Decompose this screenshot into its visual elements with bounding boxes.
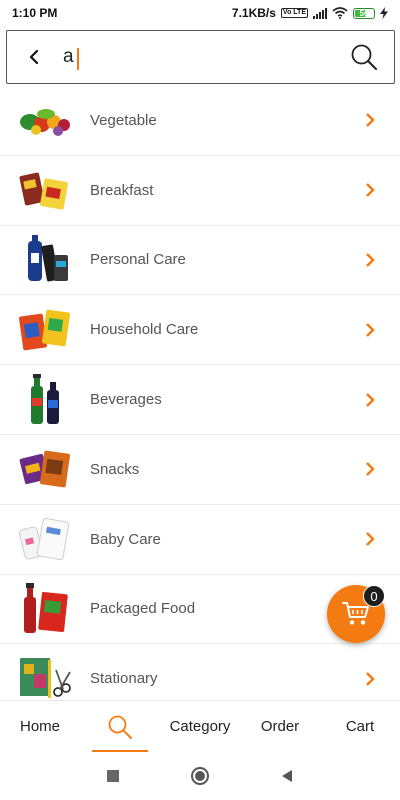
nav-order[interactable]: Order [240,701,320,752]
charging-icon [380,7,388,19]
category-row-baby-care[interactable]: Baby Care [0,505,400,575]
chevron-right-icon [362,182,378,198]
chevron-right-icon [362,671,378,687]
vegetable-image [18,93,72,147]
back-triangle-icon[interactable] [280,769,294,783]
category-label: Personal Care [90,251,186,269]
category-label: Stationary [90,670,158,688]
nav-home-label: Home [19,718,60,735]
category-label: Beverages [90,391,162,409]
nav-cart[interactable]: Cart [320,701,400,752]
status-bar: 1:10 PM 7.1KB/s Vo LTE 56 [0,0,400,26]
bottom-navigation: Home Category Order Cart [0,700,400,752]
breakfast-image [18,163,72,217]
category-row-household-care[interactable]: Household Care [0,295,400,366]
system-navigation-bar [0,752,400,800]
category-row-stationary[interactable]: Stationary [0,644,400,698]
search-button[interactable] [344,37,384,77]
category-label: Baby Care [90,530,161,548]
beverages-image [18,373,72,427]
chevron-right-icon [362,392,378,408]
category-label: Household Care [90,321,199,339]
search-icon [108,715,132,739]
category-row-personal-care[interactable]: Personal Care [0,226,400,296]
network-speed: 7.1KB/s [231,6,276,20]
category-label: Vegetable [90,111,157,129]
nav-cart-label: Cart [345,718,375,735]
status-time: 1:10 PM [12,6,58,20]
snacks-image [18,442,72,496]
chevron-right-icon [362,322,378,338]
category-label: Breakfast [90,181,154,199]
search-bar [6,30,395,84]
stationary-image [18,652,72,698]
nav-search[interactable] [80,701,160,752]
household-care-image [18,303,72,357]
recents-square-icon[interactable] [106,769,120,783]
baby-care-image [18,512,72,566]
nav-category[interactable]: Category [160,701,240,752]
chevron-right-icon [362,531,378,547]
wifi-icon [332,7,348,19]
chevron-right-icon [362,112,378,128]
cart-icon [342,602,369,625]
chevron-right-icon [362,461,378,477]
search-input[interactable] [51,37,344,77]
battery-level: 56 [359,8,369,18]
back-arrow-icon [29,50,39,64]
personal-care-image [18,233,72,287]
packaged-food-image [18,582,72,636]
status-indicators: 7.1KB/s Vo LTE 56 [232,6,388,20]
nav-home[interactable]: Home [0,701,80,752]
category-row-snacks[interactable]: Snacks [0,435,400,505]
category-row-breakfast[interactable]: Breakfast [0,156,400,226]
battery-icon: 56 [353,7,375,19]
cart-count-badge: 0 [363,585,385,607]
search-icon [351,44,377,70]
nav-order-label: Order [260,718,300,735]
home-circle-icon[interactable] [190,766,210,786]
signal-icon [313,7,327,19]
chevron-right-icon [362,252,378,268]
back-button[interactable] [17,37,51,77]
category-row-beverages[interactable]: Beverages [0,365,400,435]
volte-icon: Vo LTE [280,8,308,18]
category-label: Snacks [90,460,140,478]
nav-category-label: Category [169,718,231,735]
category-row-vegetable[interactable]: Vegetable [0,86,400,156]
text-caret [77,48,79,70]
